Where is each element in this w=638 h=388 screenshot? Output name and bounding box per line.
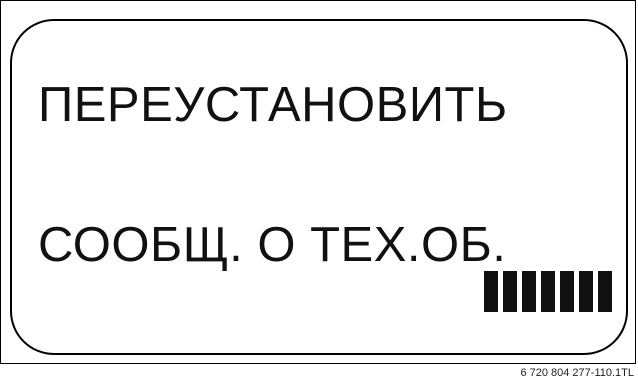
figure-code-label: 6 720 804 277-110.1TL bbox=[520, 367, 634, 379]
figure-frame: ПЕРЕУСТАНОВИТЬ СООБЩ. О ТЕХ.ОБ. bbox=[0, 0, 636, 364]
display-line-1: ПЕРЕУСТАНОВИТЬ bbox=[38, 78, 508, 132]
display-line-2: СООБЩ. О ТЕХ.ОБ. bbox=[38, 218, 507, 272]
progress-segment bbox=[579, 271, 593, 312]
progress-segment bbox=[522, 271, 536, 312]
progress-bar-segments bbox=[484, 271, 612, 312]
progress-segment bbox=[541, 271, 555, 312]
progress-segment bbox=[503, 271, 517, 312]
progress-segment bbox=[560, 271, 574, 312]
progress-segment bbox=[598, 271, 612, 312]
lcd-display: ПЕРЕУСТАНОВИТЬ СООБЩ. О ТЕХ.ОБ. bbox=[10, 19, 628, 355]
progress-segment bbox=[484, 271, 498, 312]
